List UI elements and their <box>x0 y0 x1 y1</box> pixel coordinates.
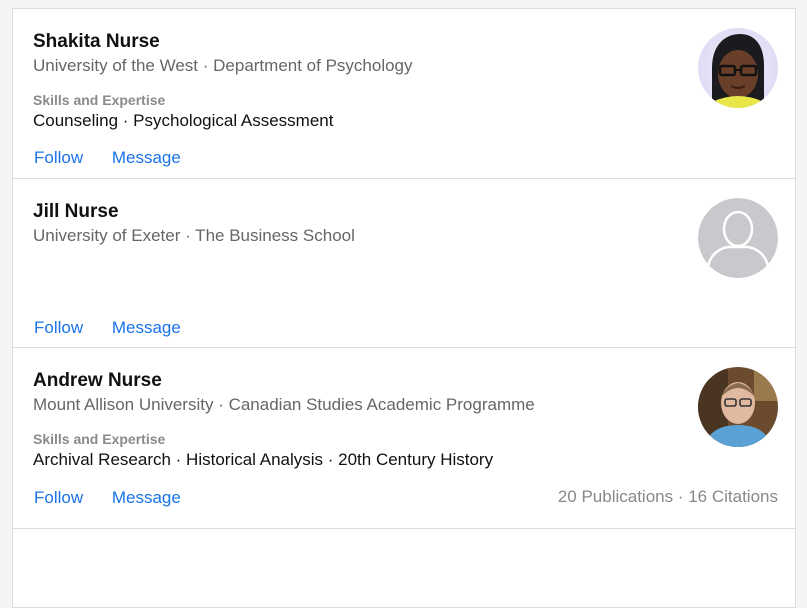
card-actions: Follow Message <box>34 488 181 508</box>
user-silhouette-icon[interactable] <box>698 198 778 278</box>
person-name[interactable]: Jill Nurse <box>33 201 119 223</box>
avatar[interactable] <box>698 367 778 447</box>
person-affiliation: Mount Allison University · Canadian Stud… <box>33 395 535 414</box>
message-button[interactable]: Message <box>112 318 181 337</box>
skills-list: Counseling · Psychological Assessment <box>33 111 334 130</box>
people-list: Shakita Nurse University of the West · D… <box>12 8 796 608</box>
follow-button[interactable]: Follow <box>34 318 83 337</box>
card-actions: Follow Message <box>34 318 181 338</box>
person-card: Andrew Nurse Mount Allison University · … <box>13 348 795 529</box>
card-actions: Follow Message <box>34 148 181 168</box>
avatar[interactable] <box>698 28 778 108</box>
skills-label: Skills and Expertise <box>33 431 166 447</box>
skills-label: Skills and Expertise <box>33 92 166 108</box>
person-affiliation: University of the West · Department of P… <box>33 56 413 75</box>
person-card: Shakita Nurse University of the West · D… <box>13 9 795 179</box>
person-affiliation: University of Exeter · The Business Scho… <box>33 226 355 245</box>
skills-list: Archival Research · Historical Analysis … <box>33 450 494 469</box>
person-name[interactable]: Shakita Nurse <box>33 31 160 53</box>
message-button[interactable]: Message <box>112 148 181 167</box>
person-name[interactable]: Andrew Nurse <box>33 370 162 392</box>
follow-button[interactable]: Follow <box>34 148 83 167</box>
person-card <box>13 529 795 569</box>
follow-button[interactable]: Follow <box>34 488 83 507</box>
message-button[interactable]: Message <box>112 488 181 507</box>
publication-stats: 20 Publications · 16 Citations <box>557 487 778 506</box>
person-card: Jill Nurse University of Exeter · The Bu… <box>13 179 795 348</box>
